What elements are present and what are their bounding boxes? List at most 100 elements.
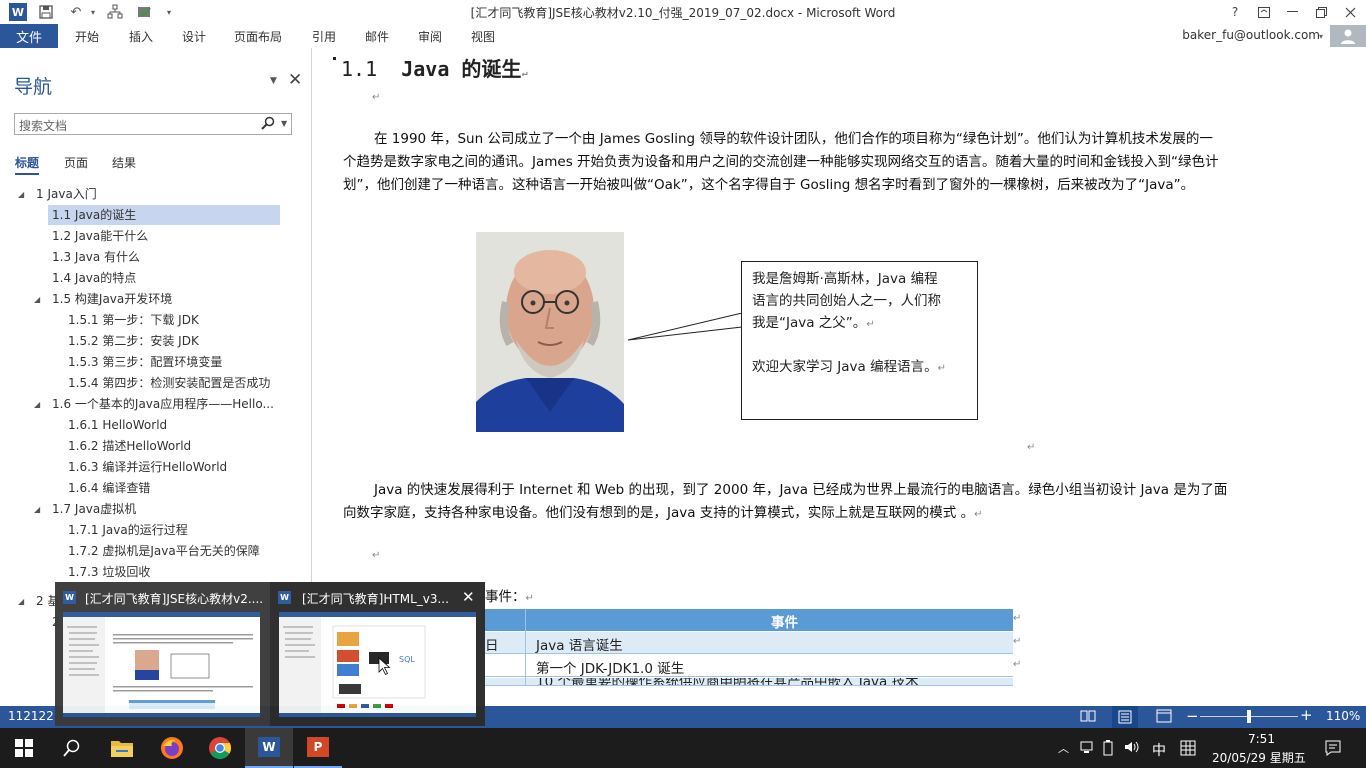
- p2-line-2: 向数字家庭，支持各种家电设备。他们没有想到的是，Java 支持的计算模式，实际上…: [343, 505, 983, 521]
- nav-heading-item[interactable]: 1.7 Java虚拟机: [52, 499, 136, 519]
- nav-heading-item[interactable]: 1.5.1 第一步：下载 JDK: [68, 310, 199, 330]
- thumbnail-close-icon[interactable]: ✕: [462, 588, 475, 606]
- chrome-icon[interactable]: [196, 728, 244, 768]
- tab-references[interactable]: 引用: [312, 28, 336, 45]
- nav-heading-item[interactable]: 1.6.3 编译并运行HelloWorld: [68, 457, 227, 477]
- zoom-in-button[interactable]: +: [1300, 706, 1313, 724]
- volume-icon[interactable]: [1124, 740, 1140, 758]
- nav-tab-results[interactable]: 结果: [112, 154, 136, 171]
- nav-heading-item[interactable]: 1.3 Java 有什么: [52, 247, 140, 267]
- account-email[interactable]: baker_fu@outlook.com: [1182, 28, 1320, 42]
- zoom-out-button[interactable]: −: [1186, 707, 1199, 725]
- thumbnail-1-preview: [63, 612, 260, 717]
- ribbon-display-options-button[interactable]: [1253, 3, 1275, 21]
- close-button[interactable]: [1339, 3, 1361, 21]
- nav-heading-item[interactable]: 1.5.4 第四步：检测安装配置是否成功: [68, 373, 270, 393]
- nav-heading-item[interactable]: 1.6.1 HelloWorld: [68, 415, 167, 435]
- ribbon-tabs: 文件 开始 插入 设计 页面布局 引用 邮件 审阅 视图 baker_fu@ou…: [0, 24, 1366, 48]
- clock-time[interactable]: 7:51: [1248, 732, 1275, 746]
- nav-heading-item[interactable]: 1.6.2 描述HelloWorld: [68, 436, 191, 456]
- read-mode-icon[interactable]: [1080, 709, 1096, 726]
- collapse-triangle-icon[interactable]: ◢: [34, 505, 40, 514]
- tab-view[interactable]: 视图: [471, 28, 495, 45]
- heading-text: Java 的诞生: [401, 57, 522, 81]
- print-layout-icon[interactable]: [1112, 706, 1138, 728]
- heading-number: 1.1: [341, 57, 378, 81]
- nav-heading-item[interactable]: 1.7.3 垃圾回收: [68, 562, 150, 582]
- search-icon[interactable]: [48, 728, 96, 768]
- table-row: 第一个 JDK-JDK1.0 诞生: [481, 655, 1013, 677]
- search-icon[interactable]: [261, 116, 275, 134]
- collapse-triangle-icon[interactable]: ◢: [34, 295, 40, 304]
- start-button[interactable]: [0, 728, 48, 768]
- notifications-icon[interactable]: [1325, 740, 1341, 760]
- p1-line-1: 在 1990 年，Sun 公司成立了一个由 James Gosling 领导的软…: [374, 131, 1213, 147]
- thumbnail-1[interactable]: W [汇才同飞教育]JSE核心教材v2....: [55, 582, 270, 726]
- zoom-slider-thumb[interactable]: [1247, 710, 1251, 723]
- web-layout-icon[interactable]: [1156, 709, 1172, 726]
- nav-heading-item[interactable]: 1.5.3 第三步：配置环境变量: [68, 352, 222, 372]
- nav-tab-pages[interactable]: 页面: [64, 154, 88, 171]
- account-avatar[interactable]: [1330, 25, 1366, 47]
- p1-line-3: 划”，他们创建了一种语言。这种语言一开始被叫做“Oak”，这个名字得自于 Gos…: [343, 177, 1195, 193]
- table-row: 日 Java 语言诞生: [481, 632, 1013, 654]
- minimize-button[interactable]: [1281, 3, 1303, 21]
- nav-heading-item[interactable]: 1.7.1 Java的运行过程: [68, 520, 188, 540]
- nav-heading-item[interactable]: 1.4 Java的特点: [52, 268, 136, 288]
- word-count[interactable]: 112122: [8, 709, 54, 723]
- word-taskbar-icon[interactable]: W: [245, 728, 293, 768]
- nav-heading-item[interactable]: 1.7.2 虚拟机是Java平台无关的保障: [68, 541, 260, 561]
- nav-heading-item[interactable]: 1.6.4 编译查错: [68, 478, 150, 498]
- word-icon: W: [258, 737, 280, 757]
- speech-bubble[interactable]: 我是詹姆斯·高斯林，Java 编程 语言的共同创始人之一，人们称 我是“Java…: [741, 261, 978, 420]
- tab-home[interactable]: 开始: [75, 28, 99, 45]
- battery-icon[interactable]: [1102, 740, 1114, 760]
- table-cell: 日: [485, 638, 499, 654]
- zoom-level[interactable]: 110%: [1326, 709, 1360, 723]
- nav-close-icon[interactable]: ✕: [288, 70, 302, 90]
- paragraph-mark: ↵: [1013, 613, 1022, 624]
- nav-heading-item[interactable]: 1.1 Java的诞生: [48, 205, 280, 225]
- network-icon[interactable]: [1080, 740, 1096, 758]
- nav-heading-item[interactable]: 1.5.2 第二步：安装 JDK: [68, 331, 199, 351]
- p2-line-1: Java 的快速发展得利于 Internet 和 Web 的出现，到了 2000…: [374, 482, 1228, 498]
- account-dropdown-icon[interactable]: ▾: [1319, 32, 1323, 41]
- restore-button[interactable]: [1310, 3, 1332, 21]
- show-hidden-icons[interactable]: ︿: [1058, 740, 1069, 756]
- heading-tree: ◢ 1 Java入门 1.1 Java的诞生 1.2 Java能干什么 1.3 Java…: [0, 184, 312, 629]
- tab-design[interactable]: 设计: [182, 28, 206, 45]
- collapse-triangle-icon[interactable]: ◢: [34, 400, 40, 409]
- table-row: 10 个最重要的操作系统供应商申明将在其产品中嵌入 Java 技术: [481, 678, 1013, 686]
- window-title: [汇才同飞教育]JSE核心教材v2.10_付强_2019_07_02.docx …: [470, 6, 896, 20]
- nav-options-dropdown-icon[interactable]: ▼: [270, 76, 277, 86]
- table-column-divider: [525, 609, 526, 686]
- tab-review[interactable]: 审阅: [418, 28, 442, 45]
- thumbnail-2[interactable]: W [汇才同飞教育]HTML_v3... ✕ SQL: [270, 582, 485, 726]
- file-explorer-icon[interactable]: [98, 728, 146, 768]
- powerpoint-icon[interactable]: P: [294, 728, 342, 768]
- search-options-dropdown-icon[interactable]: ▼: [281, 119, 287, 128]
- tab-insert[interactable]: 插入: [129, 28, 153, 45]
- james-gosling-photo[interactable]: [476, 232, 624, 432]
- firefox-icon[interactable]: [148, 728, 196, 768]
- tab-mailings[interactable]: 邮件: [365, 28, 389, 45]
- clock-date[interactable]: 20/05/29 星期五: [1212, 749, 1306, 766]
- nav-heading-item[interactable]: 1.6 一个基本的Java应用程序——Hello...: [52, 394, 274, 414]
- nav-heading-item[interactable]: 1 Java入门: [36, 184, 97, 204]
- ime-indicator[interactable]: 中: [1152, 740, 1166, 760]
- callout-pointer: [627, 313, 743, 341]
- title-bar: W ↶ ▾ ▾ [汇才同飞教育]JSE核心教材v2.10_付强_2019_07_…: [0, 0, 1366, 24]
- collapse-triangle-icon[interactable]: ◢: [18, 190, 24, 199]
- thumbnail-2-preview: SQL: [279, 612, 476, 717]
- input-mode-icon[interactable]: [1180, 740, 1196, 760]
- nav-heading-item[interactable]: 1.2 Java能干什么: [52, 226, 148, 246]
- tab-page-layout[interactable]: 页面布局: [234, 28, 282, 45]
- help-button[interactable]: ?: [1224, 3, 1246, 21]
- collapse-triangle-icon[interactable]: ◢: [18, 597, 24, 606]
- p1-line-2: 个趋势是数字家电之间的通讯。James 开始负责为设备和用户之间的交流创建一种能…: [343, 154, 1219, 170]
- paragraph-mark: ↵: [372, 550, 381, 561]
- search-input[interactable]: 搜索文档 ▼: [14, 113, 292, 135]
- nav-tab-headings[interactable]: 标题: [15, 154, 40, 175]
- tab-file[interactable]: 文件: [0, 24, 58, 48]
- nav-heading-item[interactable]: 1.5 构建Java开发环境: [52, 289, 172, 309]
